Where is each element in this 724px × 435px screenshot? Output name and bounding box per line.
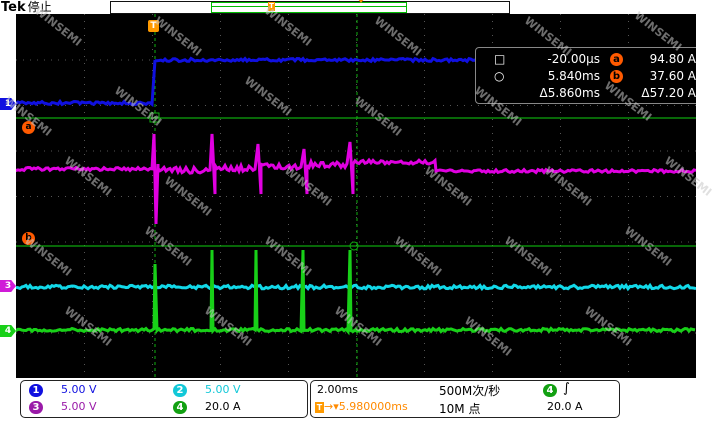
ref-a-badge: a [610, 53, 623, 66]
ch2-trace [16, 285, 696, 289]
timebase-panel[interactable]: 2.00ms 500M次/秒 T →▾5.980000ms 10M 点 4 ∫ 2… [310, 380, 620, 418]
record-view-bar[interactable]: T [110, 1, 510, 14]
status-bar: 1 5.00 V 3 5.00 V 2 5.00 V 4 20.0 A 2.00… [0, 378, 724, 435]
ch3-ground-marker[interactable]: 3 [0, 280, 16, 292]
cursor-readout-row-1: □ -20.00µs a 94.80 A [476, 52, 696, 68]
brand-logo: Tek [1, 0, 26, 15]
cursor2-time: 5.840ms [516, 69, 600, 83]
trigger-source-chip: 4 [543, 384, 557, 397]
rising-edge-icon: ∫ [563, 381, 570, 396]
trigger-position-value: 5.980000ms [339, 400, 408, 413]
cursor2-circle-icon: ○ [494, 69, 504, 83]
cursor1-time: -20.00µs [516, 52, 600, 66]
ch3-chip: 3 [29, 401, 43, 414]
delta-time: Δ5.860ms [516, 86, 600, 100]
trigger-level[interactable]: 20.0 A [547, 400, 583, 413]
sample-rate: 500M次/秒 [439, 382, 500, 399]
horizontal-scale[interactable]: 2.00ms [317, 383, 358, 396]
delta-value: Δ57.20 A [626, 86, 696, 100]
cursor-readout-row-delta: Δ5.860ms Δ57.20 A [476, 86, 696, 102]
ch3-scale[interactable]: 5.00 V [61, 400, 97, 413]
ch4-scale[interactable]: 20.0 A [205, 400, 241, 413]
ch1-chip: 1 [29, 384, 43, 397]
ch4-chip: 4 [173, 401, 187, 414]
ch1-scale[interactable]: 5.00 V [61, 383, 97, 396]
oscilloscope-screen: Tek 停止 T □ -20.00µs a 94.80 A ○ 5.840ms b… [0, 0, 724, 435]
arrow-right-icon: →▾ [324, 400, 339, 413]
cursor2-value: 37.60 A [626, 69, 696, 83]
ch2-scale[interactable]: 5.00 V [205, 383, 241, 396]
trigger-position-readout[interactable]: T →▾5.980000ms [315, 400, 408, 413]
cursor-readout-panel: □ -20.00µs a 94.80 A ○ 5.840ms b 37.60 A… [475, 47, 696, 104]
record-length: 10M 点 [439, 400, 480, 417]
cursor1-square-icon: □ [494, 52, 505, 66]
expansion-point-icon [357, 0, 365, 3]
cursor1-value: 94.80 A [626, 52, 696, 66]
trigger-icon: T [315, 402, 324, 413]
cursor-readout-row-2: ○ 5.840ms b 37.60 A [476, 69, 696, 85]
ch4-ground-marker[interactable]: 4 [0, 325, 16, 337]
record-view-window[interactable]: T [211, 2, 407, 13]
ch2-chip: 2 [173, 384, 187, 397]
top-bar: Tek 停止 T [0, 0, 724, 14]
channel-scale-panel[interactable]: 1 5.00 V 3 5.00 V 2 5.00 V 4 20.0 A [20, 380, 308, 418]
